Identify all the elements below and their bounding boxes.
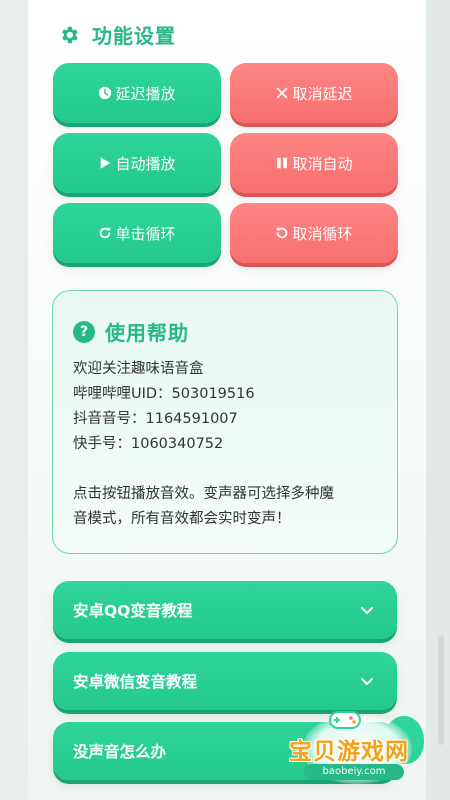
help-body: 欢迎关注趣味语音盒 哔哩哔哩UID：503019516 抖音音号：1164591… bbox=[73, 357, 383, 532]
help-line: 快手号：1060340752 bbox=[73, 436, 224, 452]
cancel-delay-button[interactable]: 取消延迟 bbox=[230, 63, 398, 123]
help-spacer bbox=[73, 457, 383, 482]
undo-icon bbox=[277, 227, 288, 239]
help-line: 欢迎关注趣味语音盒 bbox=[73, 361, 204, 377]
help-header: ? 使用帮助 bbox=[73, 317, 189, 346]
close-icon bbox=[277, 87, 288, 99]
cancel-auto-button[interactable]: 取消自动 bbox=[230, 133, 398, 193]
watermark-text: 宝贝游戏网 bbox=[289, 739, 409, 765]
accordion-label: 安卓QQ变音教程 bbox=[73, 602, 193, 620]
help-line: 抖音音号：1164591007 bbox=[73, 411, 238, 427]
accordion-label: 没声音怎么办 bbox=[73, 743, 167, 761]
scrollbar-thumb[interactable] bbox=[438, 635, 444, 745]
cancel-loop-button[interactable]: 取消循环 bbox=[230, 203, 398, 263]
delay-play-button[interactable]: 延迟播放 bbox=[53, 63, 221, 123]
delay-play-label: 延迟播放 bbox=[115, 84, 176, 103]
cancel-auto-label: 取消自动 bbox=[292, 154, 353, 173]
help-card: ? 使用帮助 欢迎关注趣味语音盒 哔哩哔哩UID：503019516 抖音音号：… bbox=[52, 290, 398, 554]
chevron-down-icon bbox=[361, 678, 373, 685]
redo-icon bbox=[100, 227, 111, 239]
watermark: 宝贝游戏网 baobeiy.com bbox=[274, 702, 424, 790]
accordion-android-qq[interactable]: 安卓QQ变音教程 bbox=[53, 581, 397, 639]
screen-left-edge bbox=[0, 0, 28, 800]
play-icon bbox=[101, 157, 111, 169]
gear-icon bbox=[62, 26, 78, 43]
single-loop-label: 单击循环 bbox=[115, 224, 176, 243]
help-title: 使用帮助 bbox=[105, 321, 189, 345]
auto-play-button[interactable]: 自动播放 bbox=[53, 133, 221, 193]
pause-icon bbox=[277, 157, 288, 169]
help-note-line: 音模式，所有音效都会实时变声！ bbox=[73, 511, 291, 527]
section-header: 功能设置 bbox=[58, 20, 176, 49]
section-title: 功能设置 bbox=[92, 24, 176, 48]
question-icon: ? bbox=[73, 320, 95, 343]
cancel-loop-label: 取消循环 bbox=[292, 224, 353, 243]
accordion-label: 安卓微信变音教程 bbox=[73, 673, 198, 691]
watermark-url: baobeiy.com bbox=[304, 764, 404, 780]
gamepad-icon bbox=[329, 711, 361, 729]
single-loop-button[interactable]: 单击循环 bbox=[53, 203, 221, 263]
auto-play-label: 自动播放 bbox=[115, 154, 176, 173]
chevron-down-icon bbox=[361, 607, 373, 614]
cancel-delay-label: 取消延迟 bbox=[292, 84, 353, 103]
help-note-line: 点击按钮播放音效。变声器可选择多种魔 bbox=[73, 486, 334, 502]
help-line: 哔哩哔哩UID：503019516 bbox=[73, 386, 255, 402]
clock-icon bbox=[99, 86, 112, 100]
